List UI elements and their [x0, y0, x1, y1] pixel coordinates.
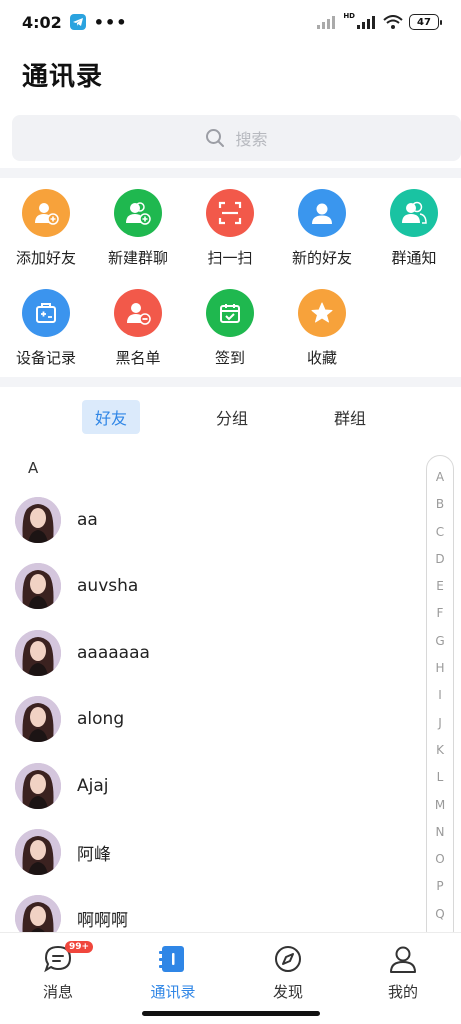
favorites-button[interactable]: 收藏 — [276, 289, 368, 368]
contact-row[interactable]: auvsha — [0, 553, 425, 619]
shortcut-label: 新的好友 — [291, 249, 352, 267]
battery-icon: 47 — [409, 14, 442, 30]
avatar — [15, 563, 61, 609]
index-letter[interactable]: N — [436, 819, 445, 846]
status-time: 4:02 — [22, 12, 62, 32]
avatar — [15, 763, 61, 809]
index-letter[interactable]: D — [435, 546, 444, 573]
shortcut-label: 收藏 — [306, 349, 337, 367]
status-bar: 4:02 ••• HD 47 — [0, 0, 461, 44]
index-letter[interactable]: J — [438, 710, 442, 737]
signal-strong-icon — [357, 16, 375, 29]
compass-icon — [243, 943, 333, 975]
contact-row[interactable]: aaaaaaa — [0, 620, 425, 686]
new-friend-button[interactable]: 新的好友 — [276, 189, 368, 268]
profile-icon — [358, 943, 448, 975]
unread-badge: 99+ — [65, 941, 94, 953]
nav-label: 消息 — [42, 983, 73, 1001]
index-letter[interactable]: P — [436, 873, 443, 900]
contact-row[interactable]: 阿峰 — [0, 819, 425, 885]
page-title: 通讯录 — [22, 62, 104, 92]
contact-name: along — [77, 709, 125, 729]
signal-icon — [317, 16, 336, 29]
contact-name: auvsha — [77, 576, 139, 596]
nav-label: 通讯录 — [150, 983, 196, 1001]
search-icon — [206, 129, 225, 147]
divider — [0, 168, 461, 178]
index-letter[interactable]: E — [436, 573, 444, 600]
section-header: A — [28, 459, 39, 477]
new-group-button[interactable]: 新建群聊 — [92, 189, 184, 268]
contact-name: aa — [77, 510, 98, 530]
index-letter[interactable]: B — [436, 491, 444, 518]
index-letter[interactable]: A — [436, 464, 444, 491]
new-group-icon — [114, 189, 162, 237]
index-letter[interactable]: K — [436, 737, 444, 764]
shortcut-label: 签到 — [214, 349, 245, 367]
tab-group-chats[interactable]: 群组 — [321, 400, 379, 434]
contact-name: Ajaj — [77, 776, 109, 796]
search-placeholder: 搜索 — [235, 130, 268, 149]
nav-contacts[interactable]: 通讯录 — [128, 943, 218, 1002]
index-letter[interactable]: M — [435, 792, 445, 819]
favorites-icon — [298, 289, 346, 337]
avatar — [15, 829, 61, 875]
more-notifications-icon: ••• — [93, 12, 128, 32]
alphabet-index-bar[interactable]: A B C D E F G H I J K L M N O P Q — [426, 455, 454, 945]
shortcut-label: 设备记录 — [15, 349, 76, 367]
checkin-button[interactable]: 签到 — [184, 289, 276, 368]
contact-name: 啊啊啊 — [77, 910, 128, 931]
new-friend-icon — [298, 189, 346, 237]
home-indicator[interactable] — [142, 1011, 320, 1016]
device-record-icon — [22, 289, 70, 337]
search-input[interactable]: 搜索 — [12, 115, 461, 161]
index-letter[interactable]: O — [435, 846, 444, 873]
avatar — [15, 696, 61, 742]
contact-row[interactable]: aa — [0, 487, 425, 553]
add-friend-icon — [22, 189, 70, 237]
avatar — [15, 630, 61, 676]
device-record-button[interactable]: 设备记录 — [0, 289, 92, 368]
avatar — [15, 497, 61, 543]
nav-messages[interactable]: 99+ 消息 — [13, 941, 103, 1002]
add-friend-button[interactable]: 添加好友 — [0, 189, 92, 268]
checkin-icon — [206, 289, 254, 337]
index-letter[interactable]: L — [437, 764, 444, 791]
index-letter[interactable]: C — [436, 519, 444, 546]
shortcut-label: 新建群聊 — [107, 249, 168, 267]
hd-label: HD — [343, 12, 355, 20]
nav-discover[interactable]: 发现 — [243, 943, 333, 1002]
index-letter[interactable]: G — [435, 628, 444, 655]
scan-icon — [206, 189, 254, 237]
nav-label: 我的 — [387, 983, 418, 1001]
shortcut-label: 扫一扫 — [207, 249, 253, 267]
contact-row[interactable]: Ajaj — [0, 753, 425, 819]
blacklist-icon — [114, 289, 162, 337]
group-notice-button[interactable]: 群通知 — [368, 189, 460, 268]
divider — [0, 377, 461, 387]
group-notice-icon — [390, 189, 438, 237]
tab-friends[interactable]: 好友 — [82, 400, 140, 434]
blacklist-button[interactable]: 黑名单 — [92, 289, 184, 368]
shortcut-label: 添加好友 — [15, 249, 76, 267]
tab-groups[interactable]: 分组 — [203, 400, 261, 434]
shortcut-label: 黑名单 — [115, 349, 161, 367]
scan-button[interactable]: 扫一扫 — [184, 189, 276, 268]
index-letter[interactable]: H — [435, 655, 444, 682]
contact-name: aaaaaaa — [77, 643, 150, 663]
wifi-icon — [383, 14, 403, 29]
contact-row[interactable]: along — [0, 686, 425, 752]
index-letter[interactable]: I — [438, 682, 442, 709]
nav-label: 发现 — [272, 983, 303, 1001]
index-letter[interactable]: F — [437, 600, 444, 627]
contacts-icon — [128, 943, 218, 975]
index-letter[interactable]: Q — [435, 901, 444, 928]
contact-name: 阿峰 — [77, 844, 111, 865]
nav-profile[interactable]: 我的 — [358, 943, 448, 1002]
message-icon: 99+ — [13, 941, 103, 975]
telegram-icon — [69, 14, 86, 30]
shortcut-label: 群通知 — [391, 249, 437, 267]
